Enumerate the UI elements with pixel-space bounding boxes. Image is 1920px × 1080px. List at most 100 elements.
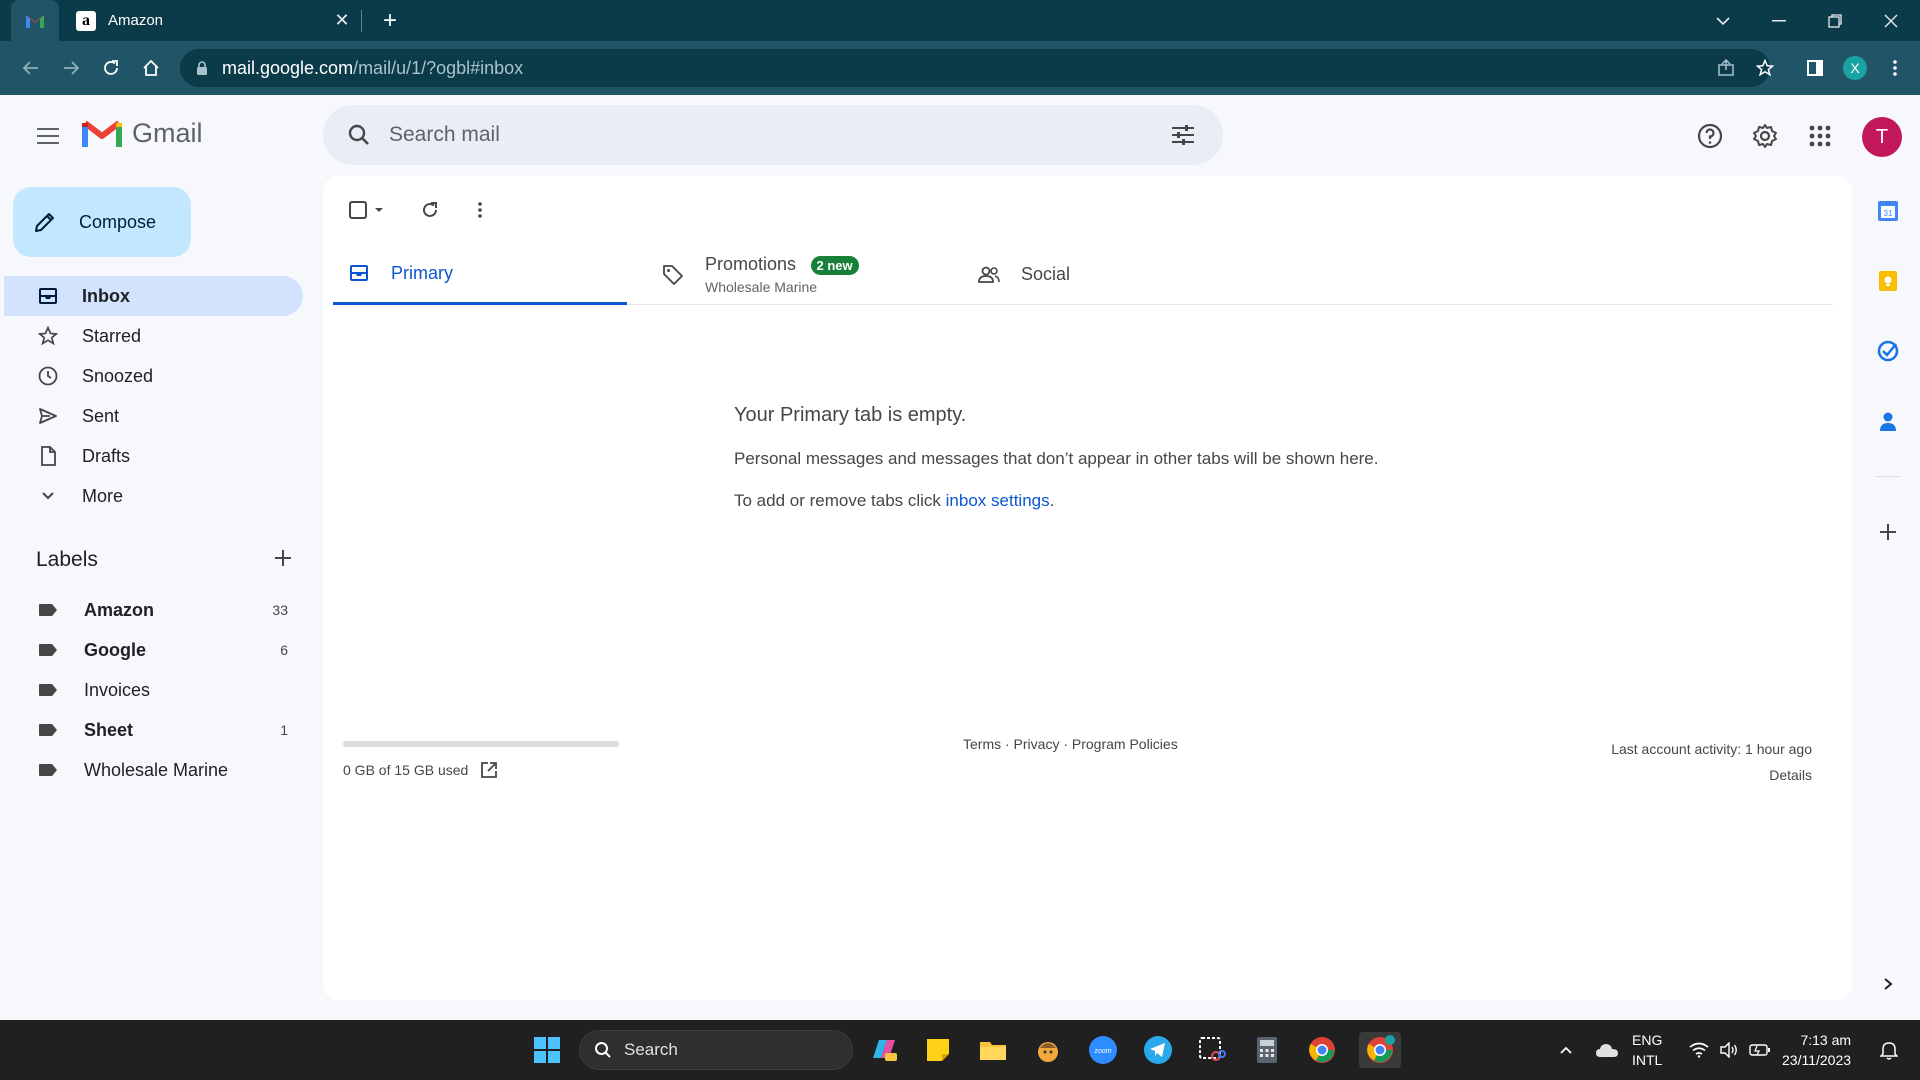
tab-title: Amazon [108, 12, 164, 29]
lock-icon[interactable] [196, 60, 208, 76]
address-bar[interactable]: mail.google.com/mail/u/1/?ogbl#inbox [180, 49, 1770, 87]
get-addons-plus-icon[interactable] [1872, 516, 1904, 548]
label-item-invoices[interactable]: Invoices [0, 670, 304, 710]
bookmark-star-icon[interactable] [1748, 51, 1782, 85]
battery-icon[interactable] [1746, 1020, 1774, 1080]
amazon-tab[interactable]: a Amazon ✕ [66, 0, 360, 41]
input-language[interactable]: ENG INTL [1632, 1030, 1662, 1070]
game-app-icon[interactable] [1030, 1032, 1066, 1068]
search-options-icon[interactable] [1163, 115, 1203, 155]
nav-item-more[interactable]: More [0, 476, 304, 516]
forward-button[interactable] [54, 51, 88, 85]
details-link[interactable]: Details [1611, 762, 1812, 788]
volume-icon[interactable] [1716, 1020, 1742, 1080]
tasks-icon[interactable] [1872, 335, 1904, 367]
storage-text: 0 GB of 15 GB used [343, 762, 469, 778]
external-link-icon[interactable] [480, 761, 498, 779]
zoom-icon[interactable]: zoom [1085, 1032, 1121, 1068]
empty-state: Your Primary tab is empty. Personal mess… [734, 404, 1534, 511]
label-name: Wholesale Marine [84, 759, 229, 780]
back-button[interactable] [14, 51, 48, 85]
nav-item-snoozed[interactable]: Snoozed [0, 356, 304, 396]
create-label-plus-icon[interactable] [274, 549, 292, 572]
contacts-icon[interactable] [1872, 405, 1904, 437]
label-item-wholesale-marine[interactable]: Wholesale Marine [0, 750, 304, 790]
amazon-favicon-icon: a [76, 10, 96, 31]
copilot-icon[interactable] [866, 1032, 902, 1068]
nav-label: More [82, 485, 124, 506]
side-panel-icon[interactable] [1798, 51, 1832, 85]
nav-item-inbox[interactable]: Inbox [4, 276, 303, 316]
label-item-sheet[interactable]: Sheet 1 [0, 710, 304, 750]
close-window-button[interactable] [1863, 0, 1919, 41]
windows-start-icon[interactable] [529, 1032, 565, 1068]
label-name: Sheet [84, 719, 134, 740]
file-explorer-icon[interactable] [975, 1032, 1011, 1068]
new-tab-button[interactable]: + [376, 7, 404, 35]
storage-usage: 0 GB of 15 GB used [343, 761, 498, 779]
more-options-icon[interactable] [460, 190, 500, 230]
nav-item-starred[interactable]: Starred [0, 316, 304, 356]
tab-search-icon[interactable] [1695, 0, 1751, 41]
restore-button[interactable] [1807, 0, 1863, 41]
gmail-logo[interactable]: Gmail [82, 118, 203, 149]
search-icon [595, 1042, 611, 1058]
settings-gear-icon[interactable] [1745, 116, 1785, 156]
refresh-icon[interactable] [410, 190, 450, 230]
clock-date: 23/11/2023 [1782, 1052, 1852, 1068]
inbox-icon [347, 261, 371, 285]
chrome-icon[interactable] [1304, 1032, 1340, 1068]
taskbar-search[interactable]: Search [579, 1030, 853, 1070]
reload-button[interactable] [94, 51, 128, 85]
inbox-settings-link[interactable]: inbox settings [946, 491, 1050, 510]
gmail-m-icon [82, 120, 122, 147]
tab-promotions[interactable]: Promotions 2 new Wholesale Marine [647, 244, 941, 305]
search-bar[interactable] [323, 105, 1223, 165]
nav-item-sent[interactable]: Sent [0, 396, 304, 436]
footer-links[interactable]: Terms · Privacy · Program Policies [963, 736, 1178, 752]
profile-button[interactable]: X [1838, 51, 1872, 85]
label-name: Google [84, 639, 146, 660]
label-item-amazon[interactable]: Amazon 33 [0, 590, 304, 630]
onedrive-cloud-icon[interactable] [1592, 1020, 1622, 1080]
search-input[interactable] [389, 123, 1149, 147]
nav-item-drafts[interactable]: Drafts [0, 436, 304, 476]
minimize-button[interactable] [1751, 0, 1807, 41]
promotions-text: Promotions 2 new Wholesale Marine [705, 254, 859, 295]
share-icon[interactable] [1709, 51, 1743, 85]
gmail-wordmark: Gmail [132, 118, 203, 148]
calculator-icon[interactable] [1249, 1032, 1285, 1068]
snipping-tool-icon[interactable] [1194, 1032, 1230, 1068]
promotions-sender: Wholesale Marine [705, 279, 818, 295]
new-count-badge: 2 new [810, 256, 859, 275]
star-icon [36, 324, 60, 348]
telegram-icon[interactable] [1140, 1032, 1176, 1068]
label-count: 33 [272, 602, 288, 618]
search-icon[interactable] [339, 115, 379, 155]
nav-label: Drafts [82, 445, 131, 466]
label-item-google[interactable]: Google 6 [0, 630, 304, 670]
calendar-icon[interactable]: 31 [1872, 195, 1904, 227]
account-avatar[interactable]: T [1862, 117, 1902, 157]
home-button[interactable] [134, 51, 168, 85]
label-tag-icon [38, 763, 58, 777]
show-hidden-icons-chevron-icon[interactable] [1552, 1020, 1580, 1080]
tab-primary[interactable]: Primary [333, 244, 627, 305]
browser-menu-icon[interactable] [1878, 51, 1912, 85]
support-help-icon[interactable] [1690, 116, 1730, 156]
notification-bell-icon[interactable] [1874, 1020, 1904, 1080]
empty-description: Personal messages and messages that don’… [734, 449, 1379, 468]
google-apps-icon[interactable] [1800, 116, 1840, 156]
wifi-icon[interactable] [1686, 1020, 1712, 1080]
close-tab-icon[interactable]: ✕ [330, 9, 354, 33]
select-all-checkbox[interactable] [343, 190, 393, 230]
gmail-tab[interactable] [11, 0, 59, 41]
expand-side-panel-chevron-icon[interactable] [1872, 968, 1904, 1000]
main-menu-button[interactable] [28, 116, 68, 156]
compose-button[interactable]: Compose [13, 187, 191, 257]
chrome-active-icon[interactable] [1359, 1032, 1401, 1068]
system-clock[interactable]: 7:13 am 23/11/2023 [1782, 1030, 1851, 1070]
sticky-notes-icon[interactable] [920, 1032, 956, 1068]
keep-icon[interactable] [1872, 265, 1904, 297]
tab-social[interactable]: Social [963, 244, 1257, 305]
